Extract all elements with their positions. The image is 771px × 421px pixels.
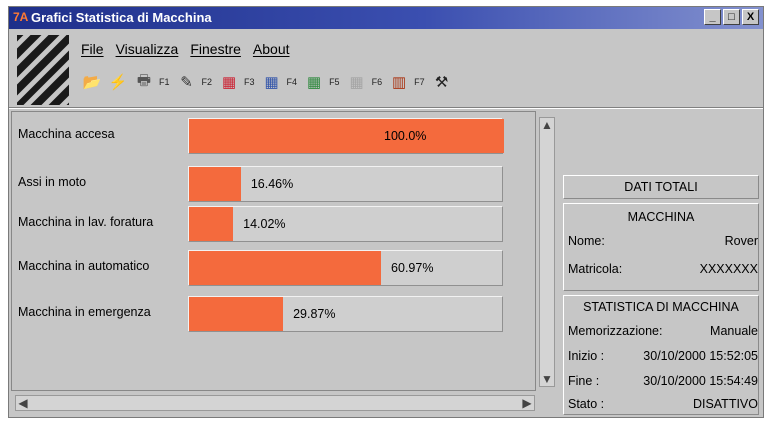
bar-label: Macchina in lav. foratura (18, 215, 154, 229)
bar-row: Macchina in automatico 60.97% (18, 250, 518, 286)
inizio-value: 30/10/2000 15:52:05 (643, 349, 758, 363)
bar-value-label: 29.87% (293, 307, 336, 321)
matricola-value: XXXXXXX (699, 262, 758, 276)
horizontal-scrollbar[interactable]: ◀ ▶ (15, 395, 535, 411)
toolbar-separator (9, 107, 763, 109)
bar-label: Macchina in emergenza (18, 305, 151, 319)
stato-label: Stato : (568, 397, 605, 411)
menu-finestre[interactable]: Finestre (190, 41, 241, 57)
bar-row: Macchina accesa 100.0% (18, 118, 518, 154)
side-panel: DATI TOTALI MACCHINA Nome: Rover Matrico… (563, 111, 763, 416)
scroll-right-icon[interactable]: ▶ (520, 396, 534, 410)
tools-icon[interactable]: ⚒ (431, 71, 453, 93)
bar-value-label: 14.02% (243, 217, 286, 231)
macchina-title: MACCHINA (627, 210, 695, 224)
fine-value: 30/10/2000 15:54:49 (643, 374, 758, 388)
bar-label: Macchina in automatico (18, 259, 150, 273)
fkey-f3-label: F3 (244, 77, 255, 87)
bar-value-label: 16.46% (250, 177, 294, 191)
scroll-left-icon[interactable]: ◀ (16, 396, 30, 410)
maximize-button[interactable]: □ (723, 9, 740, 25)
bar-fill (189, 297, 284, 331)
bar-fill (189, 167, 241, 201)
scroll-down-icon[interactable]: ▼ (540, 372, 554, 386)
edit-icon[interactable]: ✎ (176, 71, 198, 93)
bar-value-label: 60.97% (391, 261, 434, 275)
bar-track: 60.97% (188, 250, 503, 286)
fkey-f6-label: F6 (371, 77, 383, 87)
menu-bar: File Visualizza Finestre About (81, 41, 290, 57)
menu-about[interactable]: About (253, 41, 290, 57)
fkey-f1-label: F1 (159, 77, 170, 87)
fkey-f5-label: F5 (329, 77, 340, 87)
green-doc-icon[interactable]: ▦ (303, 71, 325, 93)
bar-chart-icon[interactable]: ▥ (388, 71, 410, 93)
close-button[interactable]: X (742, 9, 759, 25)
menu-file[interactable]: File (81, 41, 104, 57)
statistica-title: STATISTICA DI MACCHINA (583, 300, 739, 314)
fine-label: Fine : (568, 374, 600, 388)
blue-doc-icon[interactable]: ▦ (261, 71, 283, 93)
bar-track: 14.02% (188, 206, 503, 242)
stato-value: DISATTIVO (692, 397, 758, 411)
bar-label: Macchina accesa (18, 127, 115, 141)
dati-totali-box: DATI TOTALI (563, 175, 759, 199)
vertical-scrollbar[interactable]: ▲ ▼ (539, 117, 555, 387)
printer-icon[interactable]: 🖶 (133, 71, 155, 93)
bar-track: 100.0% (188, 118, 504, 154)
inizio-label: Inizio : (568, 349, 605, 363)
dim-doc-icon[interactable]: ▦ (346, 71, 368, 93)
fkey-f7-label: F7 (414, 77, 425, 87)
nome-value: Rover (724, 234, 758, 248)
open-folder-icon[interactable]: 📂 (81, 71, 103, 93)
menu-visualizza[interactable]: Visualizza (116, 41, 179, 57)
bar-row: Assi in moto 16.46% (18, 166, 518, 202)
bar-chart-panel: Macchina accesa 100.0% Assi in moto 16.46% M… (11, 111, 536, 391)
toolbar: 📂 ⚡ 🖶 F1 ✎ F2 ▦ F3 ▦ F4 ▦ F5 ▦ F6 ▥ F7 ⚒ (81, 71, 453, 93)
minimize-button[interactable]: _ (704, 9, 721, 25)
fkey-f4-label: F4 (286, 77, 298, 87)
dati-totali-header: DATI TOTALI (624, 180, 698, 194)
logo-icon (17, 35, 69, 105)
app-icon: 7A (13, 10, 29, 24)
bar-row: Macchina in emergenza 29.87% (18, 296, 518, 332)
bar-fill (189, 251, 382, 285)
bar-fill (189, 119, 504, 153)
macchina-box: MACCHINA Nome: Rover Matricola: XXXXXXX (563, 203, 759, 291)
red-doc-icon[interactable]: ▦ (218, 71, 240, 93)
bar-track: 29.87% (188, 296, 503, 332)
bar-value-label: 100.0% (384, 129, 427, 143)
app-window: 7A Grafici Statistica di Macchina _ □ X … (8, 6, 764, 418)
bar-row: Macchina in lav. foratura 14.02% (18, 206, 518, 242)
title-bar[interactable]: 7A Grafici Statistica di Macchina _ □ X (9, 7, 763, 29)
memorizzazione-value: Manuale (710, 324, 758, 338)
window-title: Grafici Statistica di Macchina (31, 10, 212, 25)
nome-label: Nome: (568, 234, 605, 248)
bar-track: 16.46% (188, 166, 503, 202)
memorizzazione-label: Memorizzazione: (568, 324, 663, 338)
fkey-f2-label: F2 (201, 77, 213, 87)
scroll-up-icon[interactable]: ▲ (540, 118, 554, 132)
matricola-label: Matricola: (568, 262, 623, 276)
lightning-icon[interactable]: ⚡ (107, 71, 129, 93)
bar-label: Assi in moto (18, 175, 87, 189)
bar-fill (189, 207, 234, 241)
statistica-box: STATISTICA DI MACCHINA Memorizzazione: M… (563, 295, 759, 415)
